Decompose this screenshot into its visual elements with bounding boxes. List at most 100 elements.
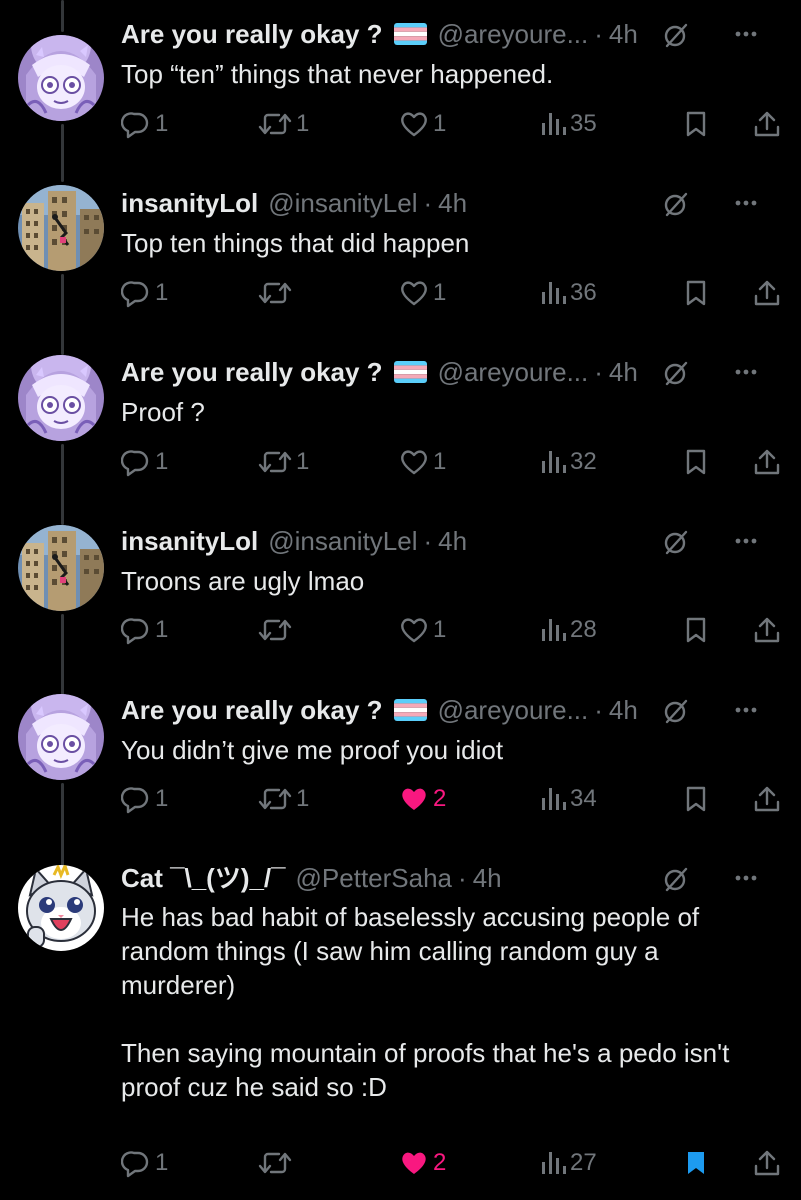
tweet[interactable]: Are you really okay ? @areyoure... · 4h Pr… bbox=[0, 0, 801, 1200]
like-button[interactable]: 1 bbox=[399, 444, 446, 480]
like-count: 1 bbox=[433, 110, 447, 137]
bookmark-button[interactable] bbox=[681, 275, 711, 311]
retweet-button[interactable] bbox=[258, 612, 296, 648]
views-count: 32 bbox=[570, 448, 597, 475]
bookmark-button[interactable] bbox=[681, 612, 711, 648]
grok-icon[interactable] bbox=[663, 697, 689, 724]
author-display-name[interactable]: insanityLol bbox=[121, 523, 258, 559]
retweet-button[interactable]: 1 bbox=[258, 781, 309, 817]
author-display-name[interactable]: insanityLol bbox=[121, 185, 258, 221]
share-button[interactable] bbox=[752, 275, 782, 311]
more-options-icon[interactable] bbox=[731, 16, 761, 52]
timestamp[interactable]: 4h bbox=[438, 185, 467, 221]
timestamp[interactable]: 4h bbox=[609, 16, 638, 52]
retweet-button[interactable]: 1 bbox=[258, 106, 309, 142]
bookmark-button[interactable] bbox=[681, 444, 711, 480]
views-count: 36 bbox=[570, 279, 597, 306]
retweet-button[interactable]: 1 bbox=[258, 444, 309, 480]
views-count: 28 bbox=[570, 616, 597, 643]
tweet[interactable]: insanityLol @insanityLel · 4h Troons are ug… bbox=[0, 0, 801, 1200]
share-button[interactable] bbox=[752, 612, 782, 648]
separator-dot: · bbox=[594, 357, 603, 387]
tweet-text: Proof ? bbox=[121, 395, 761, 429]
share-button[interactable] bbox=[752, 1145, 782, 1181]
retweet-count: 1 bbox=[296, 448, 310, 475]
like-button[interactable]: 1 bbox=[399, 106, 446, 142]
reply-count: 1 bbox=[155, 785, 169, 812]
views-button[interactable]: 34 bbox=[540, 781, 597, 817]
reply-button[interactable]: 1 bbox=[121, 444, 168, 480]
like-button[interactable]: 2 bbox=[399, 781, 446, 817]
reply-button[interactable]: 1 bbox=[121, 106, 168, 142]
author-handle[interactable]: @areyoure... bbox=[438, 354, 589, 390]
heart-filled-icon bbox=[399, 784, 429, 814]
skyscraper-avatar[interactable] bbox=[18, 185, 104, 271]
timestamp[interactable]: 4h bbox=[609, 354, 638, 390]
like-button[interactable]: 1 bbox=[399, 612, 446, 648]
bookmark-button[interactable] bbox=[681, 1145, 711, 1181]
more-options-icon[interactable] bbox=[731, 523, 761, 559]
grok-icon[interactable] bbox=[663, 21, 689, 48]
views-button[interactable]: 28 bbox=[540, 612, 597, 648]
views-button[interactable]: 32 bbox=[540, 444, 597, 480]
share-button[interactable] bbox=[752, 106, 782, 142]
grok-icon[interactable] bbox=[663, 359, 689, 386]
tweet[interactable]: Are you really okay ? @areyoure... · 4h Yo… bbox=[0, 0, 801, 1200]
author-display-name[interactable]: Cat ¯\_(ツ)_/¯ bbox=[121, 860, 286, 896]
tweet[interactable]: Are you really okay ? @areyoure... · 4h To… bbox=[0, 0, 801, 1200]
timestamp[interactable]: 4h bbox=[609, 692, 638, 728]
like-button[interactable]: 1 bbox=[399, 275, 446, 311]
author-display-name[interactable]: Are you really okay ? bbox=[121, 354, 383, 390]
tweet-actions: 1 1 1 35 bbox=[0, 106, 801, 142]
author-handle[interactable]: @areyoure... bbox=[438, 16, 589, 52]
more-options-icon[interactable] bbox=[731, 185, 761, 221]
reply-button[interactable]: 1 bbox=[121, 781, 168, 817]
share-button[interactable] bbox=[752, 781, 782, 817]
views-chart-icon bbox=[540, 278, 566, 308]
cartoon-cat-avatar[interactable] bbox=[18, 865, 104, 951]
views-button[interactable]: 36 bbox=[540, 275, 597, 311]
views-button[interactable]: 35 bbox=[540, 106, 597, 142]
views-chart-icon bbox=[540, 1148, 566, 1178]
more-options-icon[interactable] bbox=[731, 692, 761, 728]
grok-icon[interactable] bbox=[663, 528, 689, 555]
retweet-button[interactable] bbox=[258, 1145, 296, 1181]
author-display-name[interactable]: Are you really okay ? bbox=[121, 16, 383, 52]
timestamp[interactable]: 4h bbox=[438, 523, 467, 559]
views-button[interactable]: 27 bbox=[540, 1145, 597, 1181]
bookmark-button[interactable] bbox=[681, 781, 711, 817]
reply-button[interactable]: 1 bbox=[121, 612, 168, 648]
grok-icon[interactable] bbox=[663, 190, 689, 217]
retweet-button[interactable] bbox=[258, 275, 296, 311]
thread-connector-line bbox=[61, 0, 64, 32]
author-handle[interactable]: @insanityLel bbox=[268, 523, 417, 559]
skyscraper-avatar[interactable] bbox=[18, 525, 104, 611]
tweet[interactable]: Cat ¯\_(ツ)_/¯ @PetterSaha · 4h He has bad h… bbox=[0, 0, 801, 1200]
grok-icon[interactable] bbox=[663, 865, 689, 892]
tweet-paragraph: He has bad habit of baselessly accusing … bbox=[121, 902, 700, 1000]
tweet-text: He has bad habit of baselessly accusing … bbox=[121, 900, 761, 1104]
author-display-name[interactable]: Are you really okay ? bbox=[121, 692, 383, 728]
bookmark-button[interactable] bbox=[681, 106, 711, 142]
reply-button[interactable]: 1 bbox=[121, 1145, 168, 1181]
tweet-header: Cat ¯\_(ツ)_/¯ @PetterSaha · 4h bbox=[121, 860, 761, 896]
share-button[interactable] bbox=[752, 444, 782, 480]
tweet-header: insanityLol @insanityLel · 4h bbox=[121, 185, 761, 221]
heart-icon bbox=[399, 109, 429, 139]
more-options-icon[interactable] bbox=[731, 860, 761, 896]
author-handle[interactable]: @insanityLel bbox=[268, 185, 417, 221]
trans-flag-emoji bbox=[393, 699, 427, 721]
author-handle[interactable]: @PetterSaha bbox=[296, 860, 452, 896]
more-options-icon[interactable] bbox=[731, 354, 761, 390]
like-button[interactable]: 2 bbox=[399, 1145, 446, 1181]
tweet[interactable]: insanityLol @insanityLel · 4h Top ten thing… bbox=[0, 0, 801, 1200]
trans-flag-emoji bbox=[393, 361, 427, 383]
anime-girl-avatar[interactable] bbox=[18, 694, 104, 780]
reply-button[interactable]: 1 bbox=[121, 275, 168, 311]
anime-girl-avatar[interactable] bbox=[18, 355, 104, 441]
tweet-header: Are you really okay ? @areyoure... · 4h bbox=[121, 16, 761, 52]
timestamp[interactable]: 4h bbox=[473, 860, 502, 896]
author-handle[interactable]: @areyoure... bbox=[438, 692, 589, 728]
bookmark-icon bbox=[681, 109, 711, 139]
retweet-icon bbox=[258, 447, 292, 477]
